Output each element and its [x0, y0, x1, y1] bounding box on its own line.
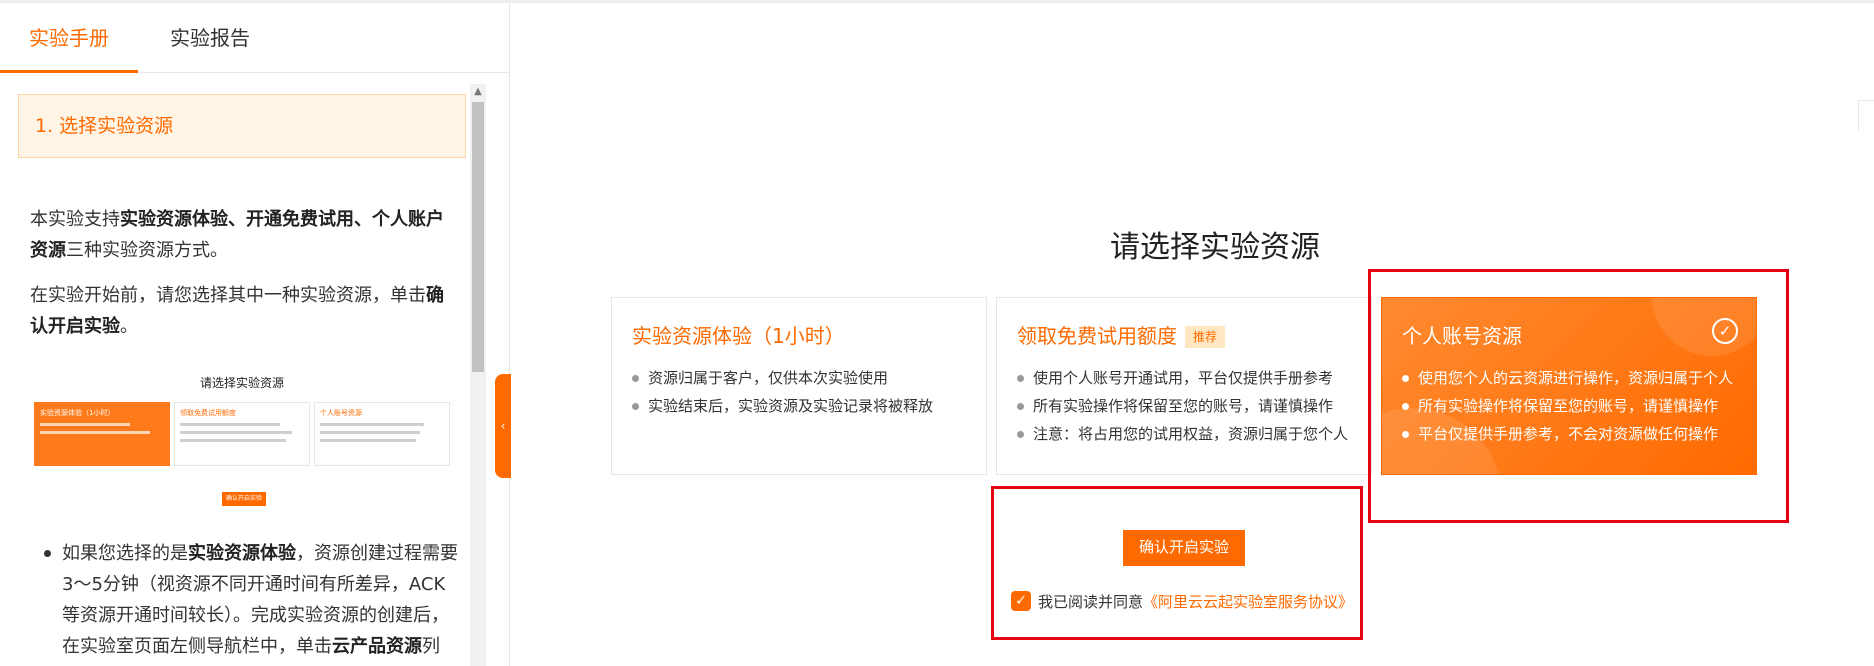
- scroll-up-arrow-icon[interactable]: ▲: [470, 84, 486, 100]
- page-heading: 请选择实验资源: [1110, 230, 1320, 265]
- card-feature-list: 资源归属于客户，仅供本次实验使用 实验结束后，实验资源及实验记录将被释放: [632, 364, 933, 420]
- thumbnail-card: 个人账号资源: [314, 402, 450, 466]
- right-edge-panel: [1858, 100, 1874, 130]
- card-feature: 注意：将占用您的试用权益，资源归属于您个人: [1017, 420, 1348, 448]
- bullet-paragraph: 如果您选择的是实验资源体验，资源创建过程需要3～5分钟（视资源不同开通时间有所差…: [62, 543, 458, 657]
- resource-card-free-trial[interactable]: 领取免费试用额度 推荐 使用个人账号开通试用，平台仅提供手册参考 所有实验操作将保…: [996, 297, 1372, 475]
- card-feature: 所有实验操作将保留至您的账号，请谨慎操作: [1017, 392, 1348, 420]
- agreement-row: ✓ 我已阅读并同意 《阿里云云起实验室服务协议》: [1011, 590, 1353, 612]
- scroll-thumb[interactable]: [472, 102, 484, 372]
- scrollbar[interactable]: ▲: [470, 84, 486, 666]
- collapse-panel-button[interactable]: ‹: [495, 374, 511, 478]
- tab-manual[interactable]: 实验手册: [0, 3, 138, 73]
- thumbnail-title: 请选择实验资源: [199, 376, 284, 390]
- manual-content[interactable]: 1. 选择实验资源 本实验支持实验资源体验、开通免费试用、个人账户资源三种实验资…: [0, 74, 509, 666]
- thumbnail-card: 领取免费试用额度: [174, 402, 310, 466]
- thumbnail-card: 实验资源体验（1小时）: [34, 402, 170, 466]
- thumbnail-button: 确认开启实验: [222, 492, 266, 506]
- card-feature: 实验结束后，实验资源及实验记录将被释放: [632, 392, 933, 420]
- card-feature: 资源归属于客户，仅供本次实验使用: [632, 364, 933, 392]
- agreement-link[interactable]: 《阿里云云起实验室服务协议》: [1143, 591, 1353, 612]
- bullet-dot: [44, 550, 51, 557]
- app-root: 实验手册 实验报告 1. 选择实验资源 本实验支持实验资源体验、开通免费试用、个…: [0, 0, 1874, 666]
- resource-card-experience[interactable]: 实验资源体验（1小时） 资源归属于客户，仅供本次实验使用 实验结束后，实验资源及…: [611, 297, 987, 475]
- tab-report[interactable]: 实验报告: [148, 3, 272, 73]
- chevron-left-icon: ‹: [500, 419, 506, 433]
- card-title: 领取免费试用额度 推荐: [1017, 320, 1226, 349]
- checkbox-checked-icon[interactable]: ✓: [1011, 591, 1031, 611]
- agreement-text: 我已阅读并同意: [1038, 592, 1144, 611]
- recommend-badge: 推荐: [1185, 326, 1226, 348]
- manual-panel: 实验手册 实验报告 1. 选择实验资源 本实验支持实验资源体验、开通免费试用、个…: [0, 3, 510, 666]
- intro-paragraph: 本实验支持实验资源体验、开通免费试用、个人账户资源三种实验资源方式。: [30, 209, 444, 261]
- tab-bar: 实验手册 实验报告: [0, 3, 509, 73]
- card-feature: 使用个人账号开通试用，平台仅提供手册参考: [1017, 364, 1348, 392]
- instruction-paragraph: 在实验开始前，请您选择其中一种实验资源，单击确认开启实验。: [30, 285, 444, 337]
- card-feature-list: 使用个人账号开通试用，平台仅提供手册参考 所有实验操作将保留至您的账号，请谨慎操…: [1017, 364, 1348, 448]
- step-title: 1. 选择实验资源: [18, 94, 466, 158]
- card-title: 实验资源体验（1小时）: [632, 324, 845, 348]
- confirm-start-button[interactable]: 确认开启实验: [1123, 530, 1245, 566]
- highlight-box-selected-card: [1368, 269, 1789, 523]
- screenshot-thumbnail: 请选择实验资源 实验资源体验（1小时） 领取免费试用额度 个人账号资源 确认开启…: [34, 374, 450, 506]
- active-tab-indicator: [0, 70, 138, 73]
